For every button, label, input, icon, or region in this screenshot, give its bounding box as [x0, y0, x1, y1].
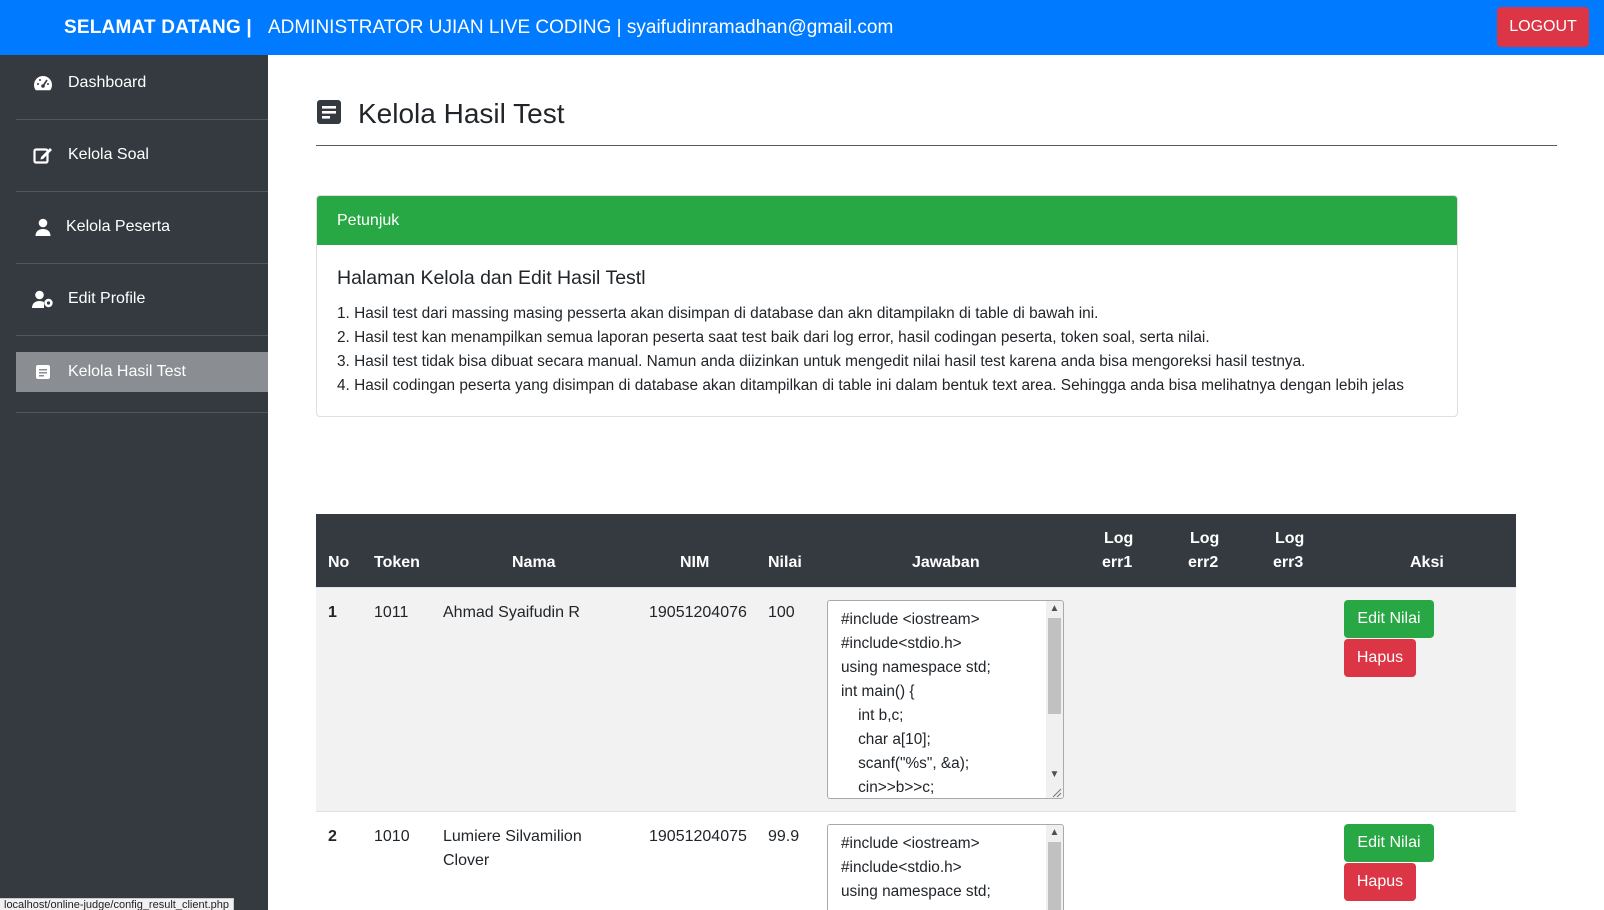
col-jawaban: Jawaban: [912, 554, 980, 571]
col-log-err1-line2: err1: [1102, 554, 1133, 571]
table-row: 2 1010 Lumiere Silvamilion Clover 190512…: [316, 811, 1516, 910]
cell-token: 1010: [374, 828, 410, 845]
scroll-up-icon[interactable]: ▲: [1046, 601, 1063, 617]
file-alt-icon: [32, 363, 54, 381]
hapus-button[interactable]: Hapus: [1344, 863, 1416, 901]
sidebar-item-label: Kelola Hasil Test: [68, 363, 186, 380]
top-navbar: SELAMAT DATANG | ADMINISTRATOR UJIAN LIV…: [0, 0, 1604, 55]
instruction-line: 3. Hasil test tidak bisa dibuat secara m…: [337, 353, 1306, 370]
edit-icon: [32, 146, 54, 164]
col-nilai: Nilai: [768, 554, 802, 571]
cell-nilai: 99.9: [768, 828, 800, 845]
cell-nama: Lumiere Silvamilion Clover: [443, 828, 582, 869]
col-token: Token: [374, 554, 420, 571]
instructions-card-body: Halaman Kelola dan Edit Hasil Testl 1. H…: [317, 245, 1457, 398]
jawaban-code: #include <iostream> #include<stdio.h> us…: [841, 611, 991, 796]
instructions-card-header: Petunjuk: [317, 196, 1457, 245]
sidebar-item-kelola-soal[interactable]: Kelola Soal: [16, 135, 268, 175]
jawaban-textarea[interactable]: #include <iostream> #include<stdio.h> us…: [827, 600, 1064, 799]
page-title: Kelola Hasil Test: [358, 98, 565, 129]
sidebar-item-dashboard[interactable]: Dashboard: [16, 63, 268, 103]
cell-nim: 19051204075: [649, 828, 747, 845]
col-log-err2-line2: err2: [1188, 554, 1219, 571]
sidebar-divider: [16, 119, 268, 120]
file-alt-icon: [316, 99, 342, 130]
user-cog-icon: [32, 290, 54, 308]
sidebar-item-label: Kelola Soal: [68, 146, 149, 163]
jawaban-textarea[interactable]: #include <iostream> #include<stdio.h> us…: [827, 824, 1064, 910]
sidebar-divider: [16, 263, 268, 264]
resize-grip-icon[interactable]: [1050, 785, 1062, 798]
results-table: No Token Nama NIM Nilai Jawaban Log err1…: [316, 514, 1516, 910]
instruction-line: 2. Hasil test kan menampilkan semua lapo…: [337, 329, 1210, 346]
tachometer-icon: [32, 74, 54, 92]
col-aksi: Aksi: [1410, 554, 1444, 571]
cell-no: 2: [328, 828, 337, 845]
sidebar-divider: [16, 412, 268, 413]
edit-nilai-button[interactable]: Edit Nilai: [1344, 600, 1434, 638]
instructions-heading: Halaman Kelola dan Edit Hasil Testl: [337, 267, 646, 289]
sidebar-item-label: Dashboard: [68, 74, 147, 91]
edit-nilai-button[interactable]: Edit Nilai: [1344, 824, 1434, 862]
cell-token: 1011: [374, 604, 409, 621]
col-nama: Nama: [512, 554, 556, 571]
instruction-line: 4. Hasil codingan peserta yang disimpan …: [337, 377, 1404, 394]
col-log-err1-line1: Log: [1104, 530, 1134, 547]
sidebar-item-kelola-peserta[interactable]: Kelola Peserta: [16, 207, 268, 247]
col-log-err3-line1: Log: [1275, 530, 1305, 547]
instruction-line: 1. Hasil test dari massing masing pesser…: [337, 305, 1099, 322]
page-header: Kelola Hasil Test: [316, 98, 564, 130]
admin-info: ADMINISTRATOR UJIAN LIVE CODING | syaifu…: [267, 16, 894, 38]
col-no: No: [328, 554, 350, 571]
user-icon: [32, 218, 54, 236]
sidebar: Dashboard Kelola Soal Kelola Peserta Edi…: [0, 55, 268, 910]
logout-button[interactable]: LOGOUT: [1497, 7, 1589, 47]
sidebar-item-label: Kelola Peserta: [66, 218, 171, 235]
scroll-down-icon[interactable]: ▼: [1046, 767, 1063, 783]
scrollbar-thumb[interactable]: [1048, 618, 1061, 714]
col-log-err2-line1: Log: [1190, 530, 1220, 547]
scrollbar-thumb[interactable]: [1048, 842, 1061, 910]
cell-nilai: 100: [768, 604, 795, 621]
sidebar-divider: [16, 335, 268, 336]
sidebar-divider: [16, 191, 268, 192]
scroll-up-icon[interactable]: ▲: [1046, 825, 1063, 841]
hapus-button[interactable]: Hapus: [1344, 639, 1416, 677]
title-divider: [316, 145, 1557, 146]
jawaban-code: #include <iostream> #include<stdio.h> us…: [841, 835, 991, 900]
textarea-scrollbar[interactable]: ▲: [1046, 825, 1063, 910]
instructions-card: Petunjuk Halaman Kelola dan Edit Hasil T…: [316, 195, 1458, 417]
welcome-text: SELAMAT DATANG |: [64, 16, 252, 38]
textarea-scrollbar[interactable]: ▲ ▼: [1046, 601, 1063, 798]
sidebar-item-kelola-hasil-test[interactable]: Kelola Hasil Test: [16, 352, 268, 392]
table-row: 1 1011 Ahmad Syaifudin R 19051204076 100…: [316, 587, 1516, 811]
col-log-err3-line2: err3: [1273, 554, 1304, 571]
col-nim: NIM: [680, 554, 710, 571]
sidebar-item-label: Edit Profile: [68, 290, 146, 307]
cell-no: 1: [328, 604, 337, 621]
cell-nim: 19051204076: [649, 604, 747, 621]
sidebar-item-edit-profile[interactable]: Edit Profile: [16, 279, 268, 319]
status-bar-url: localhost/online-judge/config_result_cli…: [0, 898, 235, 910]
cell-nama: Ahmad Syaifudin R: [443, 604, 580, 621]
table-header: No Token Nama NIM Nilai Jawaban Log err1…: [316, 514, 1516, 587]
